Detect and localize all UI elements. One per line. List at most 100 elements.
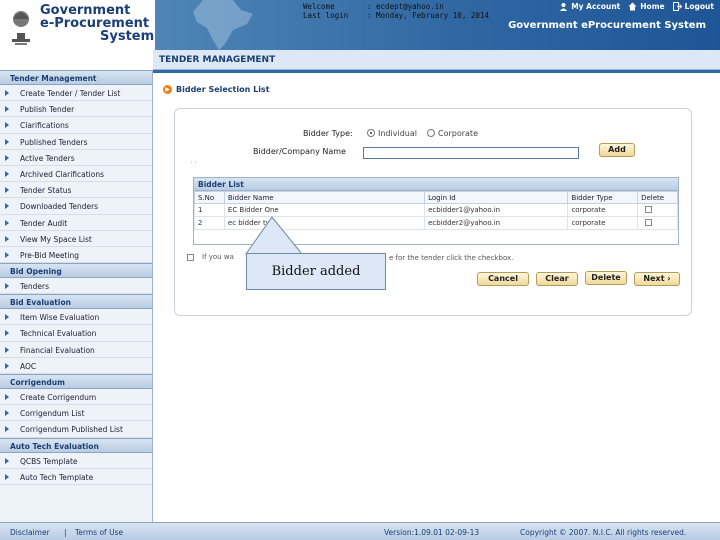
sidebar-item-label: Corrigendum Published List <box>20 425 123 435</box>
page-title: TENDER MANAGEMENT <box>153 50 720 70</box>
sidebar-item-label: Pre-Bid Meeting <box>20 250 79 260</box>
terms-link[interactable]: Terms of Use <box>75 528 123 537</box>
sidebar-item[interactable]: AOC <box>0 358 152 374</box>
bullet-arrow-icon <box>5 106 9 113</box>
notice-checkbox[interactable] <box>187 253 194 261</box>
sidebar-item[interactable]: Corrigendum Published List <box>0 421 152 438</box>
bullet-arrow-icon <box>5 138 9 145</box>
sidebar-item-label: Financial Evaluation <box>20 345 95 355</box>
top-links: My Account Home Logout <box>559 2 714 11</box>
delete-button[interactable]: Delete <box>585 271 627 285</box>
sidebar-item[interactable]: Tender Status <box>0 182 152 199</box>
disclaimer-link[interactable]: Disclaimer <box>10 528 50 537</box>
sidebar-item[interactable]: Tenders <box>0 278 152 295</box>
sidebar-section-header: Auto Tech Evaluation <box>0 437 152 453</box>
app-header: Government e-Procurement System Welcome:… <box>0 0 720 50</box>
sidebar-item-label: Published Tenders <box>20 137 88 147</box>
sidebar-item-label: QCBS Template <box>20 456 78 466</box>
national-emblem-icon <box>12 11 30 45</box>
sidebar-item[interactable]: Active Tenders <box>0 150 152 166</box>
sidebar-item[interactable]: Corrigendum List <box>0 405 152 422</box>
sidebar-item[interactable]: Auto Tech Template <box>0 469 152 485</box>
home-link[interactable]: Home <box>628 2 665 11</box>
sidebar-item[interactable]: Downloaded Tenders <box>0 198 152 215</box>
sidebar-item[interactable]: Archived Clarifications <box>0 166 152 183</box>
my-account-link[interactable]: My Account <box>559 2 620 11</box>
sidebar-item[interactable]: Clarifications <box>0 117 152 134</box>
bullet-arrow-icon <box>5 410 9 417</box>
sidebar-item-label: View My Space List <box>20 234 92 244</box>
sidebar-item-label: Tender Audit <box>20 218 68 228</box>
bullet-arrow-icon <box>5 154 9 161</box>
bullet-arrow-icon <box>5 170 9 177</box>
header-banner: Welcome : ecdept@yahoo.in Last login : Mon… <box>155 0 720 50</box>
sidebar-item-label: Corrigendum List <box>20 409 85 419</box>
individual-radio[interactable] <box>367 129 375 137</box>
logout-link[interactable]: Logout <box>672 2 714 11</box>
welcome-label: Welcome <box>303 2 335 11</box>
column-header: Bidder Name <box>223 191 426 204</box>
sidebar-item[interactable]: Financial Evaluation <box>0 342 152 358</box>
clear-button[interactable]: Clear <box>536 272 578 286</box>
bullet-arrow-icon <box>5 346 9 353</box>
sidebar-item[interactable]: View My Space List <box>0 231 152 247</box>
next-button[interactable]: Next › <box>634 272 680 286</box>
bullet-arrow-icon <box>5 251 9 258</box>
column-header: Delete <box>637 191 678 204</box>
bullet-arrow-icon <box>5 122 9 129</box>
table-header-row: S.No Bidder Name Login Id Bidder Type Delete <box>194 191 678 204</box>
last-login-row: Last login : Monday, February 10, 2014 <box>303 11 489 20</box>
bullet-arrow-icon <box>5 235 9 242</box>
arrow-right-icon: ▶ <box>163 85 172 94</box>
last-login-value: : Monday, February 10, 2014 <box>367 11 489 20</box>
company-name-label: Bidder/Company Name <box>253 147 346 156</box>
sidebar-item[interactable]: Create Corrigendum <box>0 389 152 406</box>
cancel-button[interactable]: Cancel <box>477 272 529 286</box>
section-title-label: Bidder Selection List <box>176 85 270 94</box>
sidebar-item[interactable]: Pre-Bid Meeting <box>0 247 152 264</box>
logout-label: Logout <box>684 2 714 11</box>
sidebar-section-header: Bid Evaluation <box>0 294 152 310</box>
corporate-radio[interactable] <box>427 129 435 137</box>
sidebar-item[interactable]: Tender Audit <box>0 215 152 231</box>
sidebar-item[interactable]: Create Tender / Tender List <box>0 85 152 102</box>
tick-mark: ' ' <box>191 161 197 168</box>
welcome-value: : ecdept@yahoo.in <box>367 2 444 11</box>
sidebar-item[interactable]: Technical Evaluation <box>0 325 152 342</box>
company-name-input[interactable] <box>363 147 579 159</box>
bidder-list-title: Bidder List <box>194 178 678 191</box>
sidebar-item[interactable]: Item Wise Evaluation <box>0 309 152 326</box>
sidebar-item[interactable]: Publish Tender <box>0 101 152 118</box>
sidebar-item-label: Create Corrigendum <box>20 393 97 402</box>
title-divider <box>153 70 720 73</box>
delete-checkbox[interactable] <box>645 218 653 226</box>
bullet-arrow-icon <box>5 314 9 321</box>
corporate-radio-label: Corporate <box>438 129 478 138</box>
last-login-label: Last login <box>303 11 349 20</box>
sidebar-item[interactable]: QCBS Template <box>0 453 152 469</box>
add-button[interactable]: Add <box>599 143 635 157</box>
individual-radio-label: Individual <box>378 129 417 138</box>
table-cell: 1 <box>194 203 225 217</box>
sidebar-item[interactable]: Published Tenders <box>0 134 152 150</box>
sidebar-item-label: Tenders <box>20 282 50 292</box>
home-icon <box>628 2 637 11</box>
section-title: ▶ Bidder Selection List <box>163 85 270 94</box>
footer-separator: | <box>64 528 67 537</box>
callout-box: Bidder added <box>246 253 386 290</box>
copyright-text: Copyright © 2007. N.I.C. All rights rese… <box>520 528 687 537</box>
sidebar-item-label: Archived Clarifications <box>20 169 105 179</box>
delete-checkbox[interactable] <box>645 205 653 213</box>
column-header: S.No <box>194 191 225 204</box>
bullet-arrow-icon <box>5 203 9 210</box>
sidebar-section-header: Tender Management <box>0 70 152 85</box>
bullet-arrow-icon <box>5 394 9 400</box>
system-title: Government eProcurement System <box>508 20 706 31</box>
sidebar-item-label: AOC <box>20 361 37 371</box>
bullet-arrow-icon <box>5 330 9 337</box>
column-header: Bidder Type <box>567 191 639 204</box>
sidebar-item-label: Clarifications <box>20 121 69 131</box>
logout-icon <box>672 2 682 11</box>
india-map-icon <box>193 0 253 50</box>
sidebar-item-label: Auto Tech Template <box>20 472 94 482</box>
